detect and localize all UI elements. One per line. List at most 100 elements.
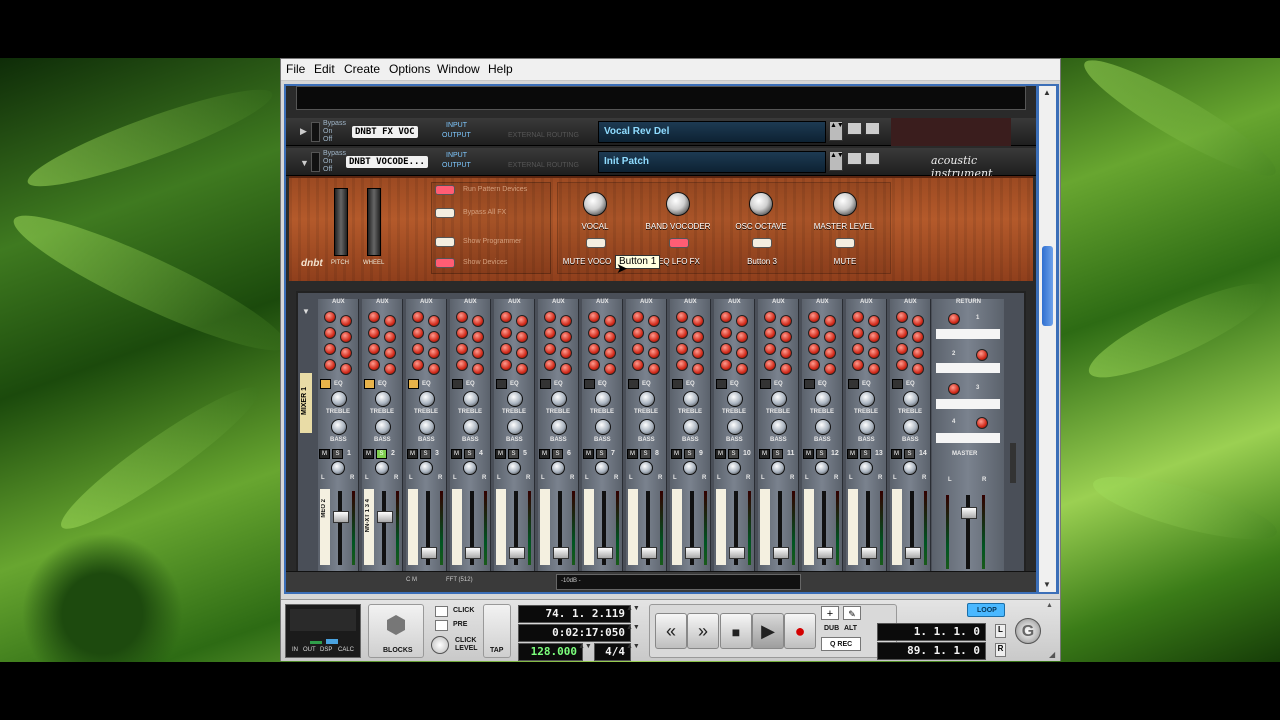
mute-button[interactable]: M	[759, 449, 770, 459]
device-name-label[interactable]: DNBT FX VOC	[352, 126, 418, 138]
eq-on-button[interactable]	[408, 379, 419, 389]
solo-button[interactable]: S	[376, 449, 387, 459]
aux-send-knob[interactable]	[588, 359, 600, 371]
aux-send-knob[interactable]	[720, 343, 732, 355]
solo-button[interactable]: S	[904, 449, 915, 459]
channel-label-strip[interactable]	[716, 489, 726, 565]
aux-send-knob[interactable]	[500, 311, 512, 323]
mute-button[interactable]	[835, 238, 855, 248]
eq-on-button[interactable]	[496, 379, 507, 389]
channel-label-strip[interactable]	[892, 489, 902, 565]
aux-send-knob[interactable]	[324, 311, 336, 323]
mute-button[interactable]: M	[539, 449, 550, 459]
channel-label-strip[interactable]	[584, 489, 594, 565]
band-vocoder-knob[interactable]	[666, 192, 690, 216]
add-icon[interactable]: +	[821, 606, 839, 620]
pencil-icon[interactable]: ✎	[843, 606, 861, 620]
tempo-display[interactable]: 128.000	[518, 643, 583, 661]
aux-send-knob[interactable]	[456, 327, 468, 339]
treble-knob[interactable]	[551, 391, 567, 407]
aux-send-knob[interactable]	[412, 359, 424, 371]
channel-label-strip[interactable]	[760, 489, 770, 565]
time-spin-icon[interactable]: ▲▼	[626, 624, 640, 631]
aux-send-knob[interactable]	[852, 343, 864, 355]
solo-button[interactable]: S	[508, 449, 519, 459]
aux-send-knob[interactable]	[544, 311, 556, 323]
aux-send-knob[interactable]	[632, 343, 644, 355]
aux-send-knob[interactable]	[912, 331, 924, 343]
aux-send-knob[interactable]	[428, 315, 440, 327]
aux-send-knob[interactable]	[368, 359, 380, 371]
scroll-up-icon[interactable]: ▲	[1043, 88, 1051, 97]
menu-help[interactable]: Help	[488, 62, 513, 76]
aux-send-knob[interactable]	[780, 331, 792, 343]
aux-send-knob[interactable]	[676, 311, 688, 323]
mute-button[interactable]: M	[451, 449, 462, 459]
aux-send-knob[interactable]	[456, 311, 468, 323]
aux-send-knob[interactable]	[340, 347, 352, 359]
eq-on-button[interactable]	[848, 379, 859, 389]
pre-checkbox[interactable]	[435, 620, 448, 631]
aux-send-knob[interactable]	[368, 343, 380, 355]
collapse-arrow-icon[interactable]: ▼	[300, 158, 309, 168]
aux-send-knob[interactable]	[340, 331, 352, 343]
solo-button[interactable]: S	[420, 449, 431, 459]
solo-button[interactable]: S	[464, 449, 475, 459]
record-button[interactable]: ●	[784, 613, 816, 649]
channel-fader[interactable]	[377, 511, 393, 523]
return-2-knob[interactable]	[976, 349, 988, 361]
aux-send-knob[interactable]	[720, 311, 732, 323]
aux-send-knob[interactable]	[868, 363, 880, 375]
channel-label-strip[interactable]	[804, 489, 814, 565]
mute-button[interactable]: M	[715, 449, 726, 459]
channel-fader[interactable]	[597, 547, 613, 559]
aux-send-knob[interactable]	[384, 347, 396, 359]
channel-fader[interactable]	[465, 547, 481, 559]
mute-button[interactable]: M	[803, 449, 814, 459]
channel-fader[interactable]	[509, 547, 525, 559]
aux-send-knob[interactable]	[676, 343, 688, 355]
treble-knob[interactable]	[463, 391, 479, 407]
channel-label-strip[interactable]	[408, 489, 418, 565]
aux-send-knob[interactable]	[500, 327, 512, 339]
eq-on-button[interactable]	[540, 379, 551, 389]
aux-send-knob[interactable]	[472, 315, 484, 327]
fast-forward-button[interactable]: »	[687, 613, 719, 649]
aux-send-knob[interactable]	[588, 327, 600, 339]
position-spin-icon[interactable]: ▲▼	[626, 605, 640, 612]
treble-knob[interactable]	[595, 391, 611, 407]
click-level-knob[interactable]	[431, 636, 449, 654]
pan-knob[interactable]	[331, 461, 345, 475]
run-pattern-devices-button[interactable]	[435, 185, 455, 195]
patch-up-down-icon[interactable]: ▲▼	[829, 121, 844, 141]
scroll-down-icon[interactable]: ▼	[1043, 580, 1051, 589]
bypass-switch[interactable]	[311, 152, 320, 172]
pan-knob[interactable]	[727, 461, 741, 475]
mixer-fold-icon[interactable]: ▼	[302, 307, 310, 316]
aux-send-knob[interactable]	[500, 343, 512, 355]
aux-send-knob[interactable]	[808, 311, 820, 323]
channel-fader[interactable]	[729, 547, 745, 559]
mute-button[interactable]: M	[407, 449, 418, 459]
menu-window[interactable]: Window	[437, 62, 480, 76]
treble-knob[interactable]	[815, 391, 831, 407]
aux-send-knob[interactable]	[824, 331, 836, 343]
aux-send-knob[interactable]	[516, 331, 528, 343]
bass-knob[interactable]	[771, 419, 787, 435]
aux-send-knob[interactable]	[912, 347, 924, 359]
pan-knob[interactable]	[463, 461, 477, 475]
aux-send-knob[interactable]	[808, 359, 820, 371]
aux-send-knob[interactable]	[852, 359, 864, 371]
osc-octave-knob[interactable]	[749, 192, 773, 216]
channel-fader[interactable]	[773, 547, 789, 559]
eq-on-button[interactable]	[804, 379, 815, 389]
bass-knob[interactable]	[639, 419, 655, 435]
channel-label-strip[interactable]	[628, 489, 638, 565]
solo-button[interactable]: S	[640, 449, 651, 459]
master-level-knob[interactable]	[833, 192, 857, 216]
solo-button[interactable]: S	[552, 449, 563, 459]
bass-knob[interactable]	[331, 419, 347, 435]
solo-button[interactable]: S	[772, 449, 783, 459]
aux-send-knob[interactable]	[560, 347, 572, 359]
aux-send-knob[interactable]	[868, 315, 880, 327]
